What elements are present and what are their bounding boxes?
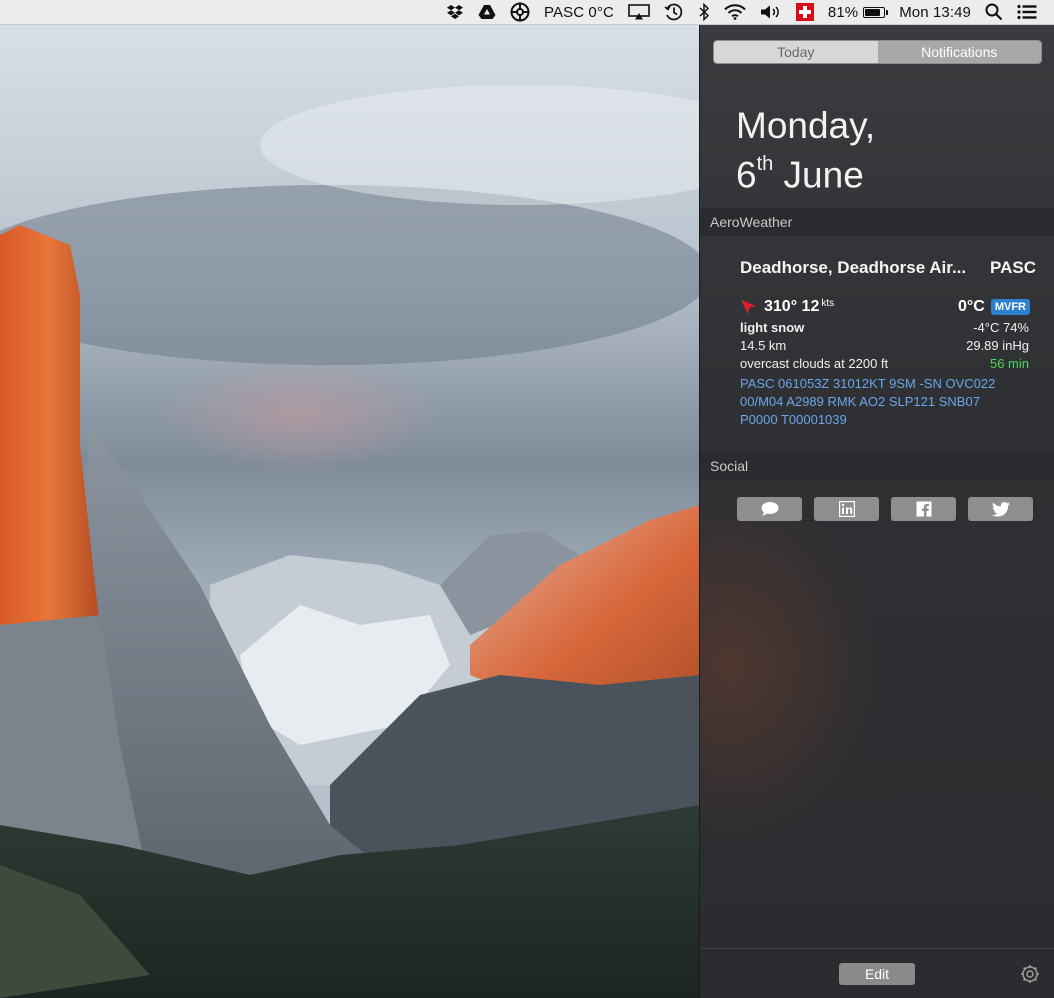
aeroweather-widget[interactable]: Deadhorse, Deadhorse Air... PASC 310° 12… — [700, 236, 1054, 452]
volume-icon[interactable] — [753, 0, 789, 25]
cloud-cover: overcast clouds at 2200 ft — [740, 356, 889, 371]
twitter-icon — [991, 501, 1010, 517]
station-title: Deadhorse, Deadhorse Air... PASC — [740, 258, 1036, 278]
flight-category-badge: MVFR — [990, 299, 1030, 315]
date-suffix: th — [756, 153, 774, 175]
swiss-flag-icon[interactable] — [789, 0, 821, 25]
gear-icon[interactable] — [1020, 964, 1040, 984]
metar-line: 00/M04 A2989 RMK AO2 SLP121 SNB07 — [740, 394, 980, 409]
metar-line: P0000 T00001039 — [740, 412, 847, 427]
notification-center-icon[interactable] — [1010, 0, 1044, 25]
social-header[interactable]: Social — [700, 452, 1054, 480]
weather-status-label[interactable]: PASC 0°C — [537, 0, 621, 25]
station-name: Deadhorse, Deadhorse Air... — [740, 258, 967, 277]
tab-today[interactable]: Today — [714, 41, 878, 63]
temperature: 0°C — [957, 298, 985, 315]
messages-icon — [761, 502, 778, 516]
facebook-share-button[interactable] — [891, 497, 956, 521]
date-month: June — [783, 154, 864, 196]
time-machine-icon[interactable] — [657, 0, 691, 25]
battery-percent: 81% — [827, 3, 859, 21]
wifi-icon[interactable] — [717, 0, 753, 25]
today-date: Monday, 6th June — [736, 105, 875, 196]
wind-temp-row: 310° 12 kts 0°C MVFR — [740, 298, 1030, 316]
dropbox-icon[interactable] — [439, 0, 471, 25]
wind-value: 310° 12 — [764, 298, 820, 315]
bluetooth-icon[interactable] — [691, 0, 717, 25]
menu-clock[interactable]: Mon 13:49 — [892, 0, 978, 25]
dewpoint-humidity: -4°C 74% — [973, 320, 1029, 335]
battery-status[interactable]: 81% — [821, 0, 892, 25]
notification-center: Today Notifications Monday, 6th June Aer… — [699, 25, 1054, 998]
wind-direction-icon — [741, 300, 756, 314]
notification-center-tabs: Today Notifications — [713, 40, 1042, 64]
google-drive-icon[interactable] — [471, 0, 503, 25]
notification-center-footer: Edit — [700, 948, 1054, 998]
metar-text: PASC 061053Z 31012KT 9SM -SN OVC022 00/M… — [740, 375, 1030, 429]
linkedin-share-button[interactable] — [814, 497, 879, 521]
twitter-share-button[interactable] — [968, 497, 1033, 521]
aperture-icon[interactable] — [503, 0, 537, 25]
facebook-icon — [916, 501, 931, 517]
station-code: PASC — [990, 258, 1036, 277]
tab-notifications[interactable]: Notifications — [877, 41, 1041, 63]
visibility-row: 14.5 km 29.89 inHg — [740, 338, 1029, 353]
date-weekday: Monday, — [736, 105, 876, 146]
wind-info: 310° 12 kts — [740, 298, 834, 316]
date-day: 6 — [736, 154, 757, 196]
date-day-month: 6th June — [736, 147, 875, 196]
temperature-block: 0°C MVFR — [958, 298, 1030, 316]
battery-icon — [863, 6, 889, 18]
wind-unit: kts — [821, 297, 835, 309]
airplay-icon[interactable] — [621, 0, 657, 25]
social-share-buttons — [737, 497, 1033, 521]
visibility: 14.5 km — [740, 338, 787, 353]
desktop-wallpaper — [0, 25, 700, 998]
clouds-row: overcast clouds at 2200 ft 56 min — [740, 356, 1029, 371]
edit-button[interactable]: Edit — [839, 963, 915, 985]
spotlight-search-icon[interactable] — [978, 0, 1010, 25]
menu-bar: PASC 0°C 81% Mon 13:49 — [0, 0, 1054, 25]
report-age: 56 min — [989, 356, 1029, 371]
metar-line: PASC 061053Z 31012KT 9SM -SN OVC022 — [740, 376, 996, 391]
pressure: 29.89 inHg — [966, 338, 1029, 353]
messages-share-button[interactable] — [737, 497, 802, 521]
weather-condition: light snow — [740, 320, 805, 335]
condition-row: light snow -4°C 74% — [740, 320, 1029, 335]
linkedin-icon — [838, 501, 855, 517]
battery-level-fill — [865, 8, 880, 16]
aeroweather-header[interactable]: AeroWeather — [700, 208, 1054, 236]
